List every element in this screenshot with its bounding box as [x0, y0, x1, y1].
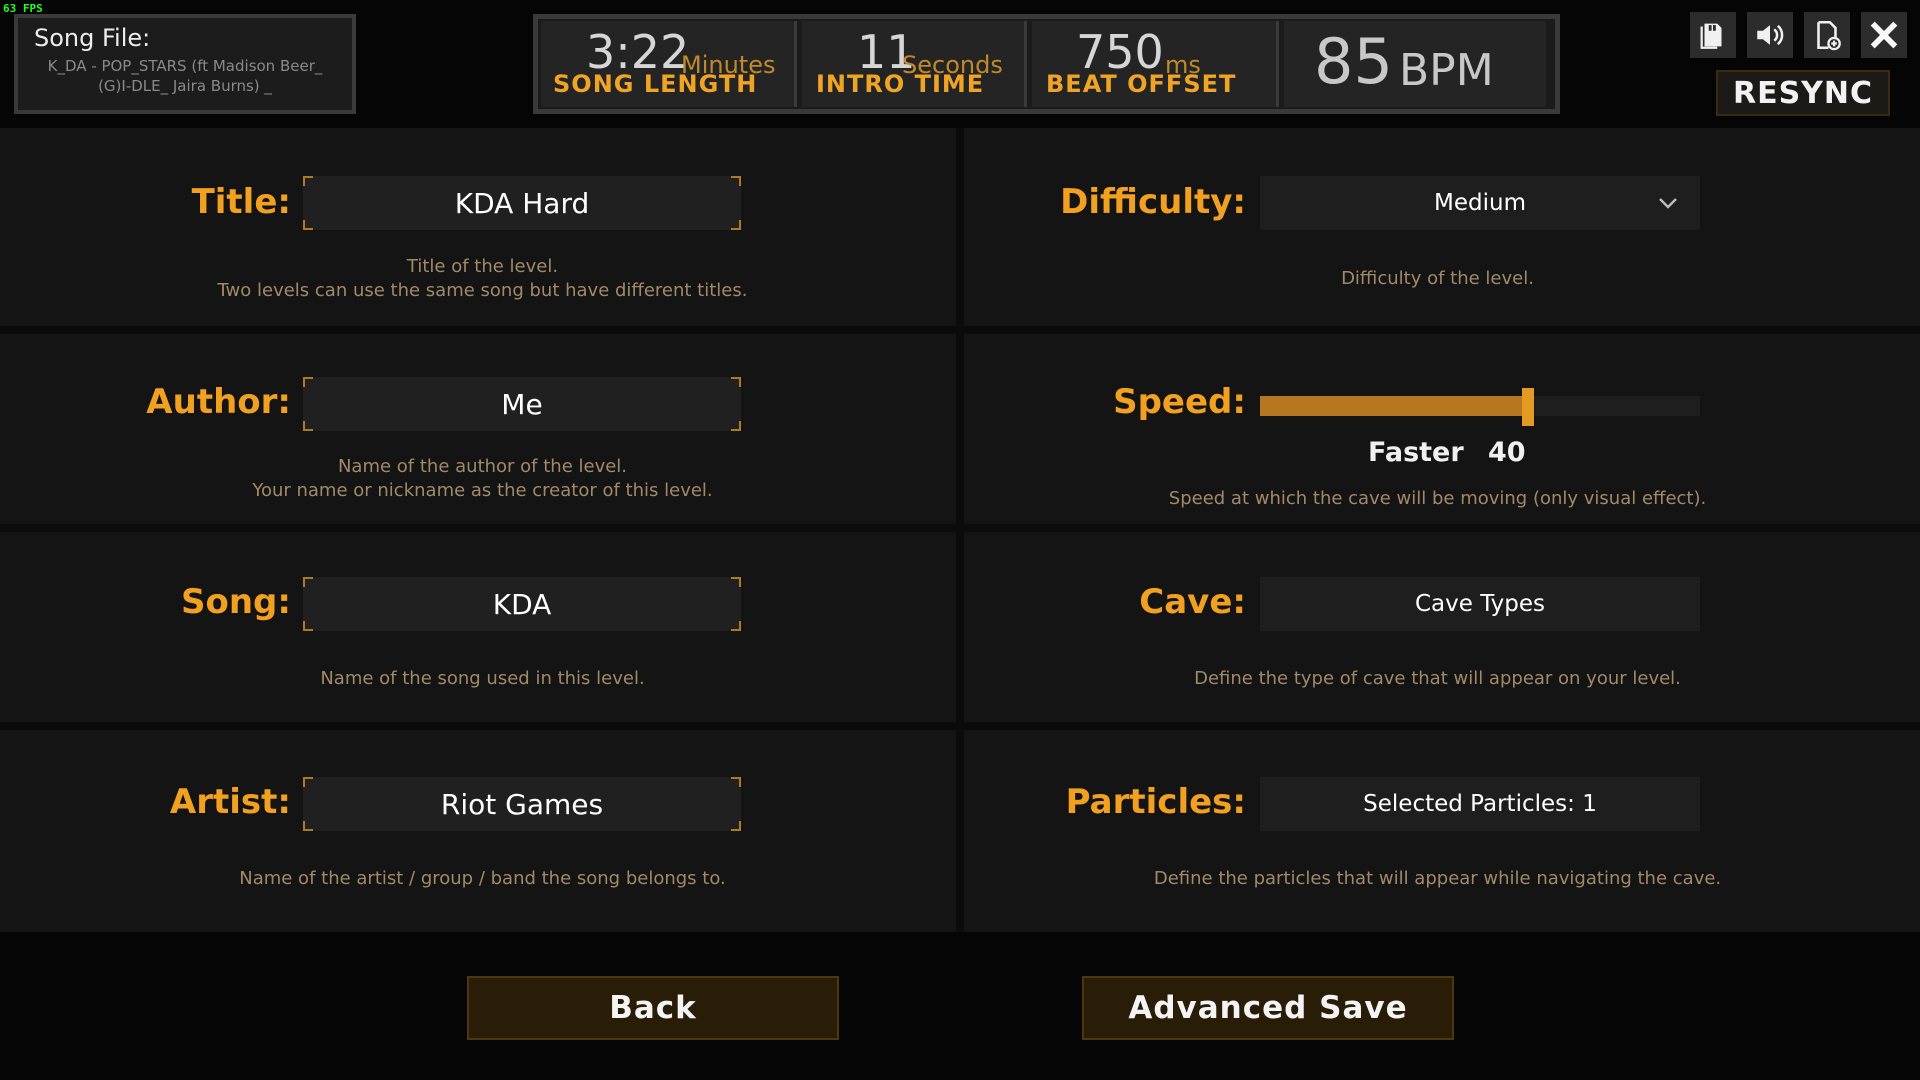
particles-desc-line-1: Define the particles that will appear wh… [1153, 868, 1722, 889]
bpm-stat: 85 BPM [1284, 21, 1546, 107]
intro-time-caption: INTRO TIME [816, 70, 985, 98]
speed-slider-handle[interactable] [1522, 388, 1534, 426]
song-length-stat: 3:22 Minutes SONG LENGTH [541, 21, 797, 107]
difficulty-dropdown[interactable]: Medium [1260, 176, 1700, 230]
beat-offset-caption: BEAT OFFSET [1046, 70, 1237, 98]
artist-cell [0, 730, 956, 932]
song-file-label: Song File: [34, 24, 151, 52]
difficulty-value: Medium [1434, 190, 1526, 216]
artist-label: Artist: [169, 782, 291, 822]
title-label: Title: [191, 182, 291, 222]
speed-desc-line-1: Speed at which the cave will be moving (… [1168, 488, 1707, 509]
title-desc-line-2: Two levels can use the same song but hav… [217, 280, 748, 301]
speed-slider-fill [1260, 396, 1528, 416]
artist-description: Name of the artist / group / band the so… [120, 867, 845, 891]
author-value: Me [501, 387, 543, 421]
chevron-down-icon [1659, 198, 1677, 209]
particles-value: Selected Particles: 1 [1363, 791, 1597, 817]
artist-value: Riot Games [440, 787, 604, 821]
cave-types-button[interactable]: Cave Types [1260, 577, 1700, 631]
cave-desc-line-1: Define the type of cave that will appear… [1194, 668, 1681, 689]
speaker-icon[interactable] [1747, 12, 1793, 58]
close-icon[interactable] [1861, 12, 1907, 58]
song-value: KDA [492, 587, 552, 621]
speed-description: Speed at which the cave will be moving (… [1040, 487, 1835, 511]
beat-offset-value: 750 [1076, 25, 1164, 79]
particles-cell [964, 730, 1920, 932]
file-copy-icon[interactable] [1690, 12, 1736, 58]
speed-label: Speed: [1113, 382, 1246, 422]
cave-label: Cave: [1139, 582, 1246, 622]
song-length-caption: SONG LENGTH [553, 70, 758, 98]
beat-offset-stat: 750 ms BEAT OFFSET [1032, 21, 1279, 107]
song-file-panel: Song File: K_DA - POP_STARS (ft Madison … [14, 14, 356, 114]
speed-value-label: Faster [1368, 437, 1464, 468]
title-description: Title of the level. Two levels can use t… [120, 255, 845, 303]
speed-slider[interactable] [1260, 388, 1700, 426]
difficulty-description: Difficulty of the level. [1040, 267, 1835, 291]
particles-button[interactable]: Selected Particles: 1 [1260, 777, 1700, 831]
particles-description: Define the particles that will appear wh… [1040, 867, 1835, 891]
song-file-name: K_DA - POP_STARS (ft Madison Beer_ (G)I-… [47, 57, 323, 95]
author-desc-line-2: Your name or nickname as the creator of … [252, 480, 713, 501]
cave-value: Cave Types [1414, 591, 1546, 617]
song-input[interactable]: KDA [303, 577, 741, 631]
author-desc-line-1: Name of the author of the level. [337, 456, 628, 477]
title-value: KDA Hard [454, 186, 590, 220]
song-desc-line-1: Name of the song used in this level. [320, 668, 645, 689]
difficulty-desc-line-1: Difficulty of the level. [1341, 268, 1534, 289]
particles-label: Particles: [1065, 782, 1246, 822]
bpm-value: 85 [1314, 25, 1393, 98]
bpm-unit: BPM [1399, 45, 1494, 96]
back-button[interactable]: Back [467, 976, 839, 1040]
song-length-value: 3:22 [586, 25, 690, 79]
speed-value: 40 [1488, 437, 1526, 468]
song-stats-bar: 3:22 Minutes SONG LENGTH 11 Seconds INTR… [533, 14, 1560, 114]
difficulty-label: Difficulty: [1060, 182, 1246, 222]
song-description: Name of the song used in this level. [120, 667, 845, 691]
song-label: Song: [181, 582, 291, 622]
cave-description: Define the type of cave that will appear… [1040, 667, 1835, 691]
author-input[interactable]: Me [303, 377, 741, 431]
author-label: Author: [146, 382, 291, 422]
artist-desc-line-1: Name of the artist / group / band the so… [239, 868, 726, 889]
advanced-save-button[interactable]: Advanced Save [1082, 976, 1454, 1040]
resync-button[interactable]: RESYNC [1716, 70, 1890, 116]
intro-time-stat: 11 Seconds INTRO TIME [802, 21, 1027, 107]
add-file-icon[interactable] [1804, 12, 1850, 58]
artist-input[interactable]: Riot Games [303, 777, 741, 831]
author-description: Name of the author of the level. Your na… [120, 455, 845, 503]
title-input[interactable]: KDA Hard [303, 176, 741, 230]
title-desc-line-1: Title of the level. [406, 256, 559, 277]
